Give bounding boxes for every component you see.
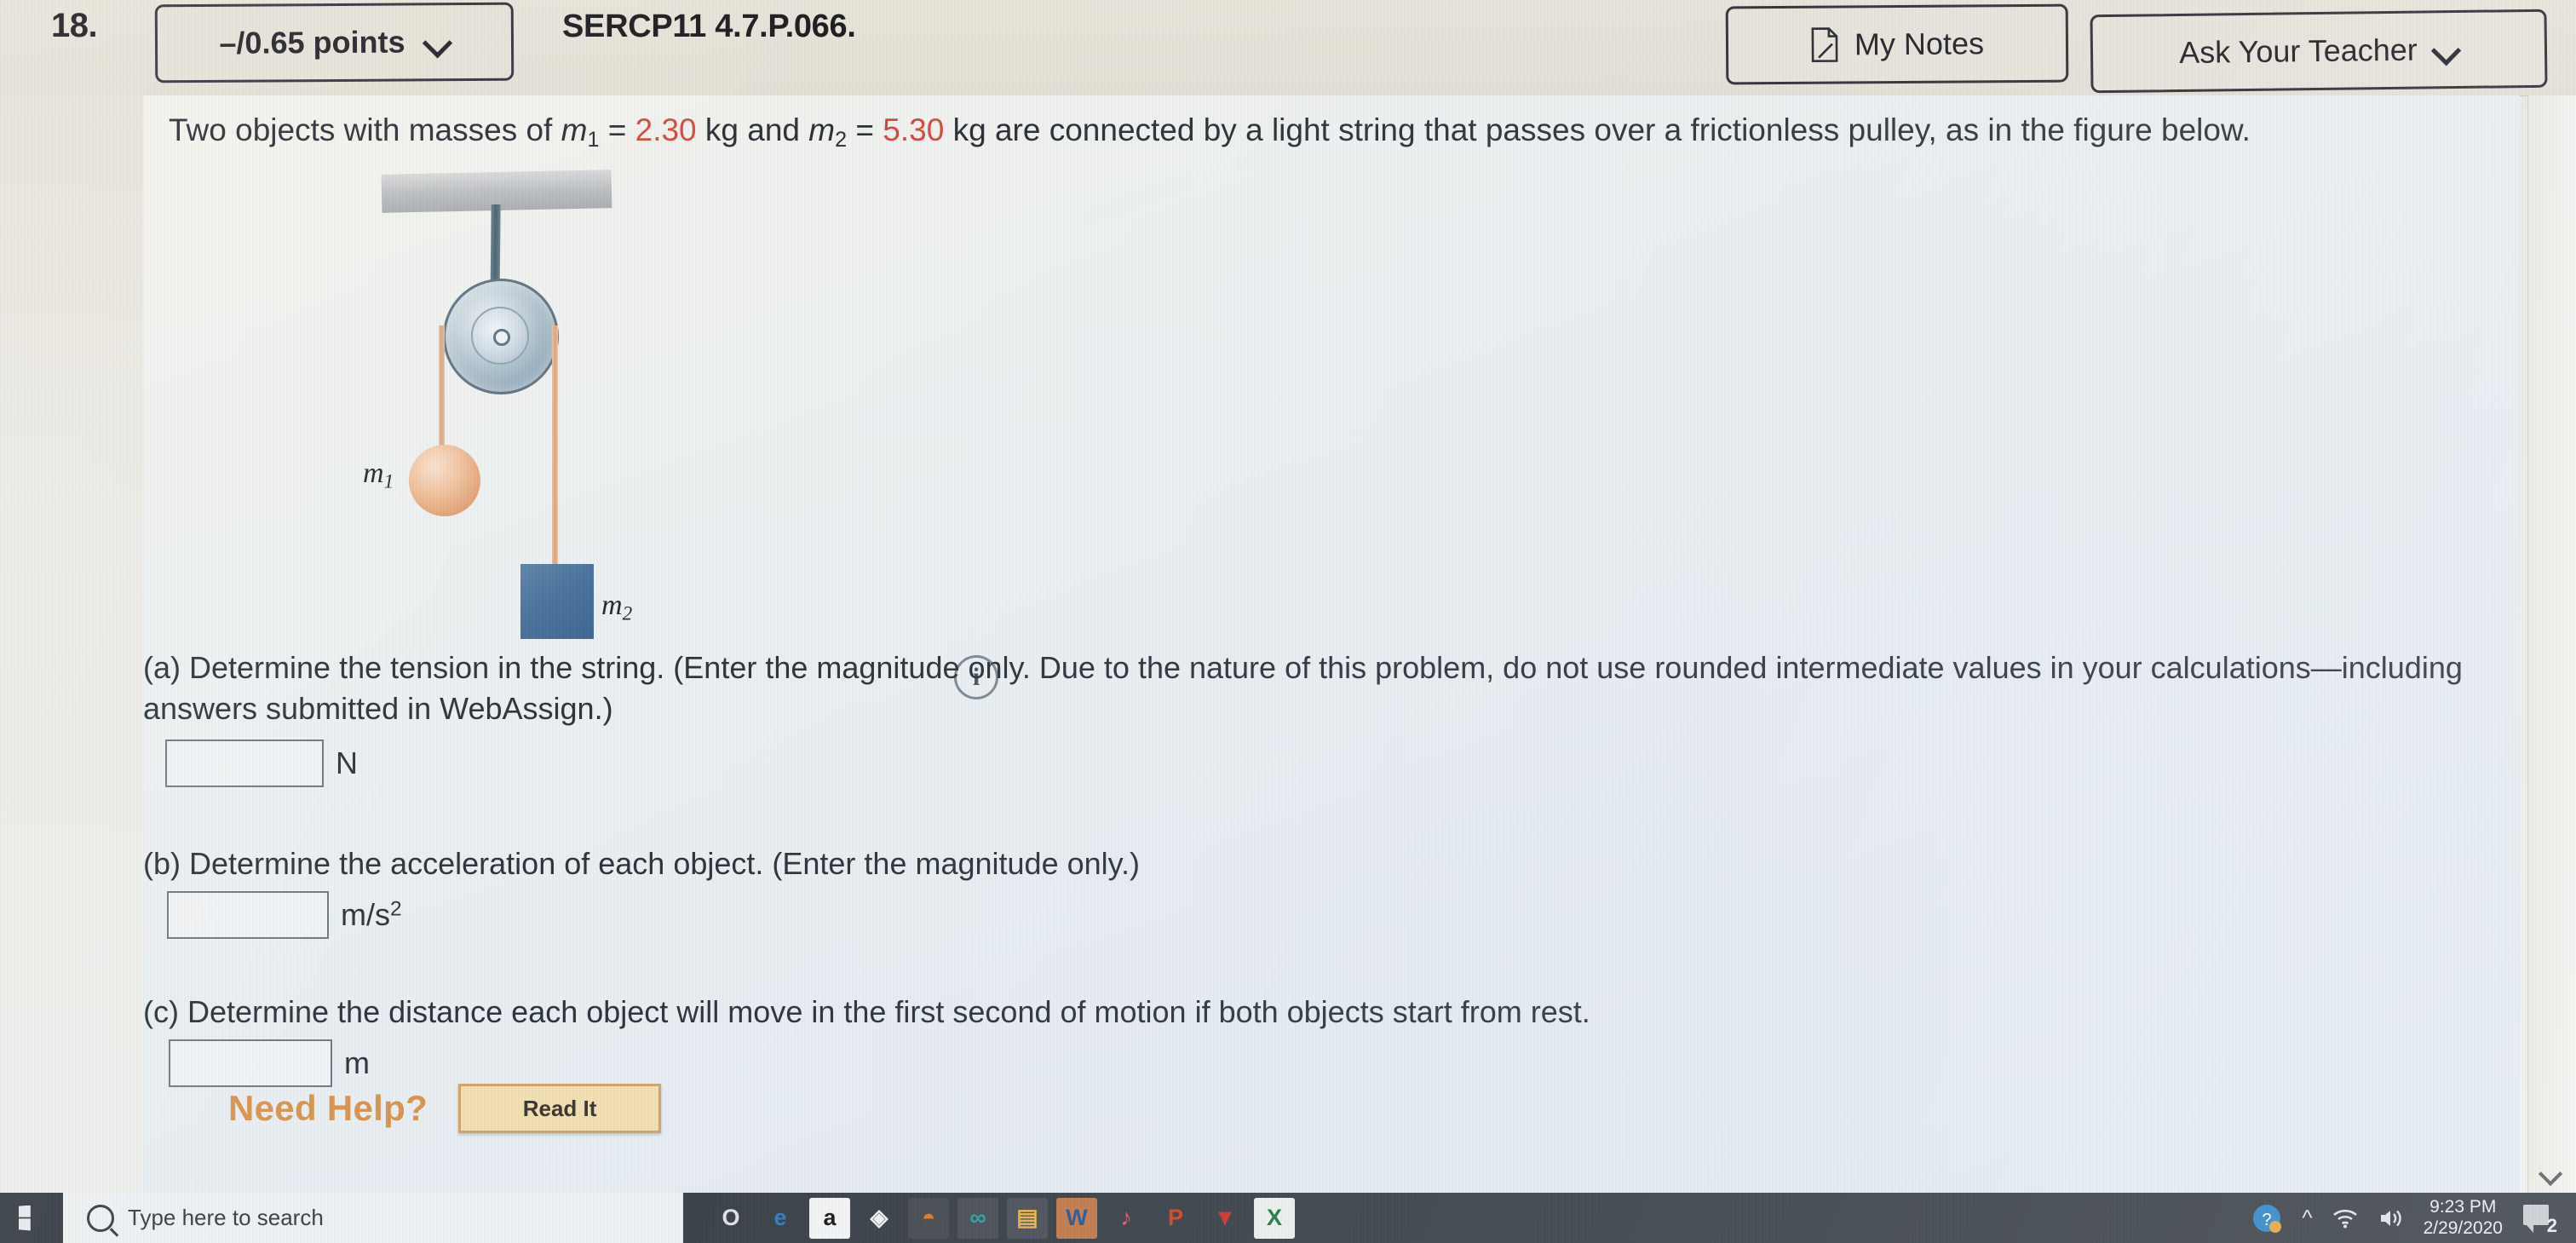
statement-mid: kg and — [696, 112, 809, 147]
equals-1: = — [599, 112, 635, 147]
magnifier-icon — [87, 1204, 114, 1232]
file-explorer-icon[interactable]: ▤ — [1007, 1197, 1048, 1239]
part-c-answer-row: m — [169, 1039, 370, 1087]
part-c-unit: m — [344, 1045, 370, 1080]
part-a-unit: N — [336, 745, 358, 780]
itunes-icon[interactable]: ♪ — [1106, 1197, 1147, 1239]
my-notes-label: My Notes — [1854, 26, 1985, 62]
taskbar-clock[interactable]: 9:23 PM 2/29/2020 — [2424, 1197, 2503, 1240]
part-a-answer-input[interactable] — [165, 739, 324, 787]
chevron-down-icon[interactable] — [2539, 1165, 2564, 1181]
ask-your-teacher-label: Ask Your Teacher — [2178, 32, 2418, 70]
m2-symbol: m — [808, 112, 836, 147]
notifications-count: 2 — [2546, 1214, 2557, 1236]
help-circle-icon[interactable]: ? — [2251, 1202, 2283, 1234]
m2-value: 5.30 — [883, 112, 945, 147]
figure-label-m2: m2 — [601, 590, 633, 625]
wifi-icon[interactable] — [2332, 1207, 2359, 1229]
string-left-segment — [439, 325, 445, 453]
clock-time: 9:23 PM — [2429, 1196, 2497, 1217]
need-help-section: Need Help? Read It — [228, 1084, 662, 1133]
app-red-icon[interactable]: ▼ — [1205, 1197, 1245, 1239]
question-header: 18. –/0.65 points SERCP11 4.7.P.066. My … — [0, 0, 2576, 96]
note-page-icon — [1810, 26, 1839, 62]
part-b-unit: m/s2 — [341, 897, 402, 932]
taskbar-left: Type here to search — [0, 1193, 683, 1243]
question-content-panel: Two objects with masses of m1 = 2.30 kg … — [143, 95, 2520, 1193]
office-icon[interactable]: ∞ — [957, 1197, 998, 1239]
part-b-answer-row: m/s2 — [167, 891, 402, 939]
part-b-answer-input[interactable] — [167, 891, 329, 939]
question-code: SERCP11 4.7.P.066. — [562, 9, 856, 44]
my-notes-button[interactable]: My Notes — [1725, 3, 2069, 85]
part-a-text: (a) Determine the tension in the string.… — [143, 650, 2463, 726]
taskbar-app-icons: Oe a ◈ ◓ ∞ ▤ W ♪ P ▼ X — [710, 1197, 1295, 1239]
system-tray: ? ^ 9:23 PM 2/29/2020 2 — [2251, 1193, 2576, 1243]
firefox-icon[interactable]: ◓ — [908, 1197, 949, 1239]
cortana-icon[interactable]: O — [710, 1197, 751, 1239]
part-c-answer-input[interactable] — [169, 1039, 332, 1087]
question-number: 18. — [51, 7, 98, 44]
chevron-down-icon — [423, 29, 449, 55]
dropbox-icon[interactable]: ◈ — [859, 1197, 900, 1239]
question-statement: Two objects with masses of m1 = 2.30 kg … — [169, 111, 2503, 153]
photographed-screen: 18. –/0.65 points SERCP11 4.7.P.066. My … — [0, 0, 2576, 1243]
ask-your-teacher-button[interactable]: Ask Your Teacher — [2090, 9, 2548, 94]
edge-icon[interactable]: e — [760, 1197, 801, 1239]
equals-2: = — [847, 112, 883, 147]
left-gutter — [0, 95, 144, 1193]
figure-label-m1: m1 — [363, 457, 394, 493]
mass-m2-block — [520, 564, 594, 639]
points-label: –/0.65 points — [219, 24, 405, 60]
chevron-up-icon[interactable]: ^ — [2302, 1205, 2312, 1231]
string-right-segment — [552, 325, 558, 573]
adobe-acrobat-icon[interactable]: a — [809, 1197, 850, 1239]
notification-bubble-icon[interactable]: 2 — [2521, 1201, 2557, 1236]
chevron-down-icon — [2433, 37, 2458, 62]
read-it-button[interactable]: Read It — [458, 1084, 662, 1133]
m1-subscript: 1 — [587, 128, 600, 152]
statement-suffix: kg are connected by a light string that … — [944, 112, 2251, 147]
m2-subscript: 2 — [835, 128, 848, 152]
word-icon[interactable]: W — [1056, 1197, 1097, 1239]
powerpoint-icon[interactable]: P — [1155, 1197, 1196, 1239]
speaker-icon[interactable] — [2378, 1206, 2405, 1230]
pulley-axle — [493, 329, 510, 346]
taskbar-search-box[interactable]: Type here to search — [63, 1193, 683, 1243]
points-dropdown-button[interactable]: –/0.65 points — [154, 2, 515, 83]
windows-logo-icon — [19, 1205, 31, 1231]
m1-symbol: m — [561, 112, 588, 147]
mass-m1-sphere — [409, 445, 480, 516]
windows-taskbar: Type here to search Oe a ◈ ◓ ∞ ▤ W ♪ P ▼ X ? ^ 9:2… — [0, 1193, 2576, 1243]
start-button[interactable] — [0, 1193, 63, 1243]
pulley-figure: m1 m2 i — [363, 170, 998, 699]
header-actions: My Notes Ask Your Teacher — [1725, 3, 2548, 94]
part-b-text: (b) Determine the acceleration of each o… — [143, 846, 1140, 881]
excel-icon[interactable]: X — [1254, 1197, 1295, 1239]
part-c-text: (c) Determine the distance each object w… — [143, 994, 1590, 1029]
statement-prefix: Two objects with masses of — [169, 112, 561, 147]
need-help-label: Need Help? — [228, 1088, 428, 1128]
vertical-scrollbar[interactable] — [2527, 95, 2576, 1193]
m1-value: 2.30 — [635, 112, 697, 147]
clock-date: 2/29/2020 — [2423, 1217, 2503, 1238]
search-placeholder: Type here to search — [128, 1205, 324, 1230]
part-a-answer-row: N — [165, 739, 358, 787]
